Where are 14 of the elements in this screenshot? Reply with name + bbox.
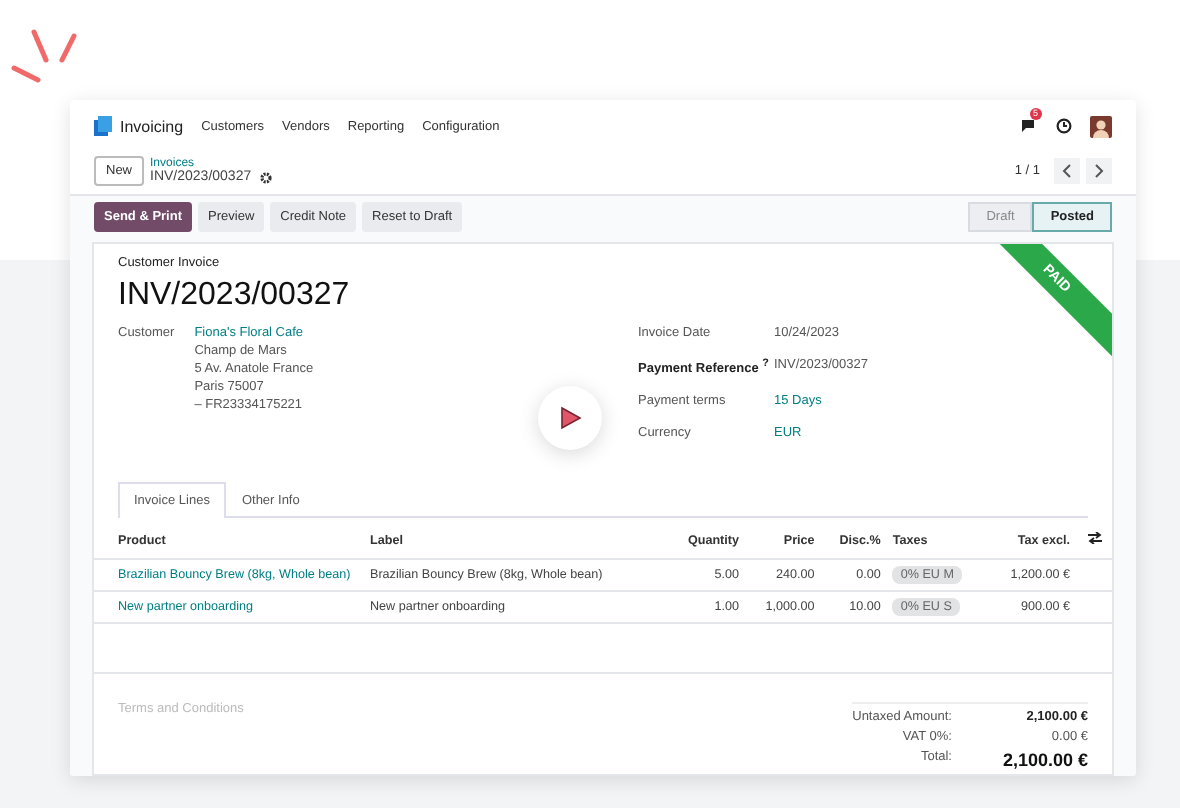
- avatar-icon[interactable]: [1090, 115, 1112, 137]
- chat-icon[interactable]: [1020, 118, 1038, 134]
- play-icon: [559, 406, 581, 430]
- settings-icon[interactable]: [259, 171, 272, 183]
- previous-button[interactable]: [1054, 158, 1080, 184]
- clock-icon[interactable]: [1056, 118, 1072, 134]
- chevron-left-icon: [1062, 164, 1072, 178]
- column-options-icon[interactable]: [1087, 532, 1101, 544]
- app-logo-icon[interactable]: [94, 116, 112, 136]
- next-button[interactable]: [1086, 158, 1112, 184]
- play-button[interactable]: [538, 386, 602, 450]
- app-name[interactable]: Invoicing: [120, 117, 184, 135]
- chevron-right-icon: [1094, 164, 1104, 178]
- total-value: 2,100.00 €: [1000, 750, 1088, 770]
